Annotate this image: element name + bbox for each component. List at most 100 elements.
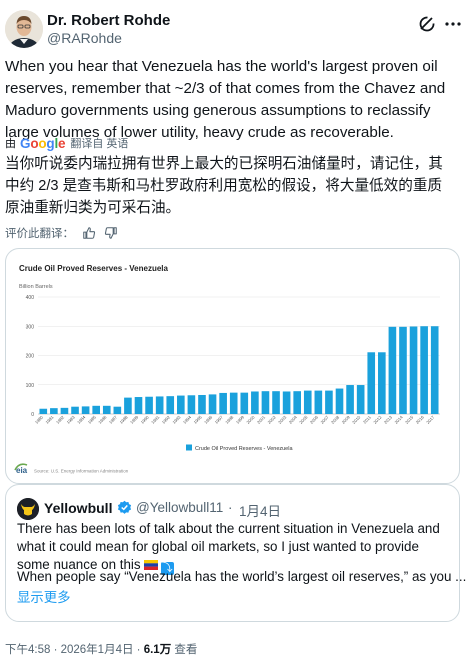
- x-tick-label: 2007: [319, 414, 330, 425]
- svg-text:eia: eia: [16, 466, 28, 475]
- chart-title: Crude Oil Proved Reserves - Venezuela: [19, 264, 169, 273]
- bar-1980: [39, 408, 48, 414]
- x-tick-label: 2015: [404, 414, 415, 425]
- x-tick-label: 1983: [66, 414, 77, 425]
- bar-1997: [219, 392, 227, 414]
- author-handle[interactable]: @RARohde: [47, 30, 122, 46]
- bar-1994: [187, 395, 196, 414]
- bar-1988: [124, 397, 132, 414]
- quote-text-body: There has been lots of talk about the cu…: [17, 521, 440, 572]
- bars: [39, 326, 439, 414]
- bar-2009: [346, 385, 354, 414]
- views-label: 查看: [171, 644, 198, 656]
- y-axis-label: Billion Barrels: [19, 284, 53, 290]
- bar-2003: [282, 391, 291, 414]
- tweet-meta: 下午4:58 · 2026年1月4日 · 6.1万 查看: [5, 641, 197, 657]
- x-tick-label: 1991: [150, 414, 161, 425]
- y-tick-label: 100: [26, 383, 35, 389]
- x-tick-label: 1986: [97, 414, 108, 425]
- bar-2013: [388, 326, 397, 414]
- x-tick-label: 2009: [341, 414, 352, 425]
- bar-2017: [430, 326, 439, 414]
- y-tick-labels: 0 100 200 300 400: [26, 295, 35, 418]
- quote-text: There has been lots of talk about the cu…: [17, 520, 447, 575]
- x-tick-label: 1997: [214, 414, 225, 425]
- thumbs-up-icon[interactable]: [82, 226, 96, 240]
- bar-2008: [335, 388, 344, 414]
- x-tick-label: 1984: [76, 414, 87, 425]
- quote-author-name[interactable]: Yellowbull: [44, 500, 112, 516]
- x-tick-label: 2014: [394, 414, 405, 425]
- x-tick-label: 1998: [224, 414, 235, 425]
- separator-dot: ·: [228, 500, 233, 515]
- translation-attribution: 由 Google 翻译自 英语: [5, 135, 128, 151]
- y-tick-label: 300: [26, 324, 35, 330]
- bar-1992: [166, 396, 175, 414]
- thumbs-down-icon[interactable]: [104, 226, 118, 240]
- bar-1993: [177, 395, 185, 414]
- x-tick-label: 1981: [44, 414, 55, 425]
- x-tick-label: 2003: [277, 414, 288, 425]
- x-tick-label: 1992: [161, 414, 172, 425]
- bar-2011: [367, 352, 376, 414]
- x-tick-label: 1989: [129, 414, 140, 425]
- x-tick-label: 1982: [55, 414, 66, 425]
- translated-from-label[interactable]: 翻译自 英语: [70, 135, 128, 151]
- bar-2000: [251, 391, 259, 414]
- show-more-link[interactable]: 显示更多: [17, 586, 71, 606]
- bar-1996: [208, 394, 217, 414]
- translate-by: 由: [5, 138, 16, 150]
- x-tick-label: 2005: [298, 414, 309, 425]
- chart-image[interactable]: Crude Oil Proved Reserves - Venezuela Bi…: [5, 248, 460, 484]
- bar-1995: [198, 394, 206, 414]
- chart-source: Source: U.S. Energy Information Administ…: [34, 469, 129, 474]
- x-tick-label: 2010: [351, 414, 362, 425]
- translated-text: 当你听说委内瑞拉拥有世界上最大的已探明石油储量时，请记住，其中约 2/3 是查韦…: [5, 156, 443, 216]
- x-tick-label: 2017: [425, 414, 436, 425]
- quoted-tweet[interactable]: Yellowbull @Yellowbull11 · 1月4日 There ha…: [5, 484, 466, 622]
- bar-2010: [356, 385, 365, 414]
- author-avatar[interactable]: [5, 10, 43, 48]
- author-name[interactable]: Dr. Robert Rohde: [47, 12, 170, 29]
- view-count: 6.1万: [143, 644, 172, 656]
- y-tick-label: 400: [26, 295, 35, 301]
- bar-1989: [134, 397, 143, 414]
- bar-2007: [325, 390, 333, 414]
- bar-1986: [102, 405, 111, 414]
- bar-2016: [420, 326, 428, 414]
- x-tick-label: 1985: [87, 414, 98, 425]
- bar-2006: [314, 390, 323, 414]
- legend: Crude Oil Proved Reserves - Venezuela: [186, 444, 293, 452]
- more-icon[interactable]: [443, 14, 463, 34]
- grok-icon[interactable]: [417, 14, 437, 34]
- bar-chart: Crude Oil Proved Reserves - Venezuela Bi…: [14, 264, 440, 475]
- rate-translation-label: 评价此翻译：: [5, 228, 74, 240]
- x-tick-label: 1994: [182, 414, 193, 425]
- bar-1999: [240, 392, 249, 414]
- y-tick-label: 0: [31, 412, 34, 418]
- tweet-timestamp[interactable]: 下午4:58 · 2026年1月4日 ·: [5, 644, 144, 656]
- x-tick-label: 2011: [362, 414, 372, 424]
- x-tick-label: 2006: [309, 414, 320, 425]
- bar-1985: [92, 405, 100, 414]
- x-tick-labels: 1980 1981 1982 1983 1984 1985 1986 1987 1988 1989…: [34, 414, 436, 425]
- x-tick-label: 2002: [267, 414, 278, 425]
- quote-author-handle[interactable]: @Yellowbull11: [136, 500, 223, 515]
- rate-translation: 评价此翻译：: [5, 224, 126, 242]
- x-tick-label: 2013: [383, 414, 394, 425]
- eia-logo: eia: [14, 463, 28, 475]
- bar-2001: [261, 391, 270, 414]
- bar-2014: [399, 326, 407, 414]
- x-tick-label: 2012: [372, 414, 383, 425]
- bar-1984: [81, 406, 90, 414]
- x-tick-label: 2001: [256, 414, 267, 425]
- bar-1990: [145, 396, 153, 414]
- bar-1982: [60, 407, 69, 414]
- bar-1987: [113, 406, 122, 414]
- x-tick-label: 1990: [140, 414, 151, 425]
- tweet-header: Dr. Robert Rohde @RARohde: [5, 9, 462, 49]
- verified-badge-icon: [117, 500, 132, 514]
- quote-avatar[interactable]: [17, 498, 39, 520]
- bar-2002: [272, 391, 280, 414]
- quote-date[interactable]: 1月4日: [239, 500, 281, 520]
